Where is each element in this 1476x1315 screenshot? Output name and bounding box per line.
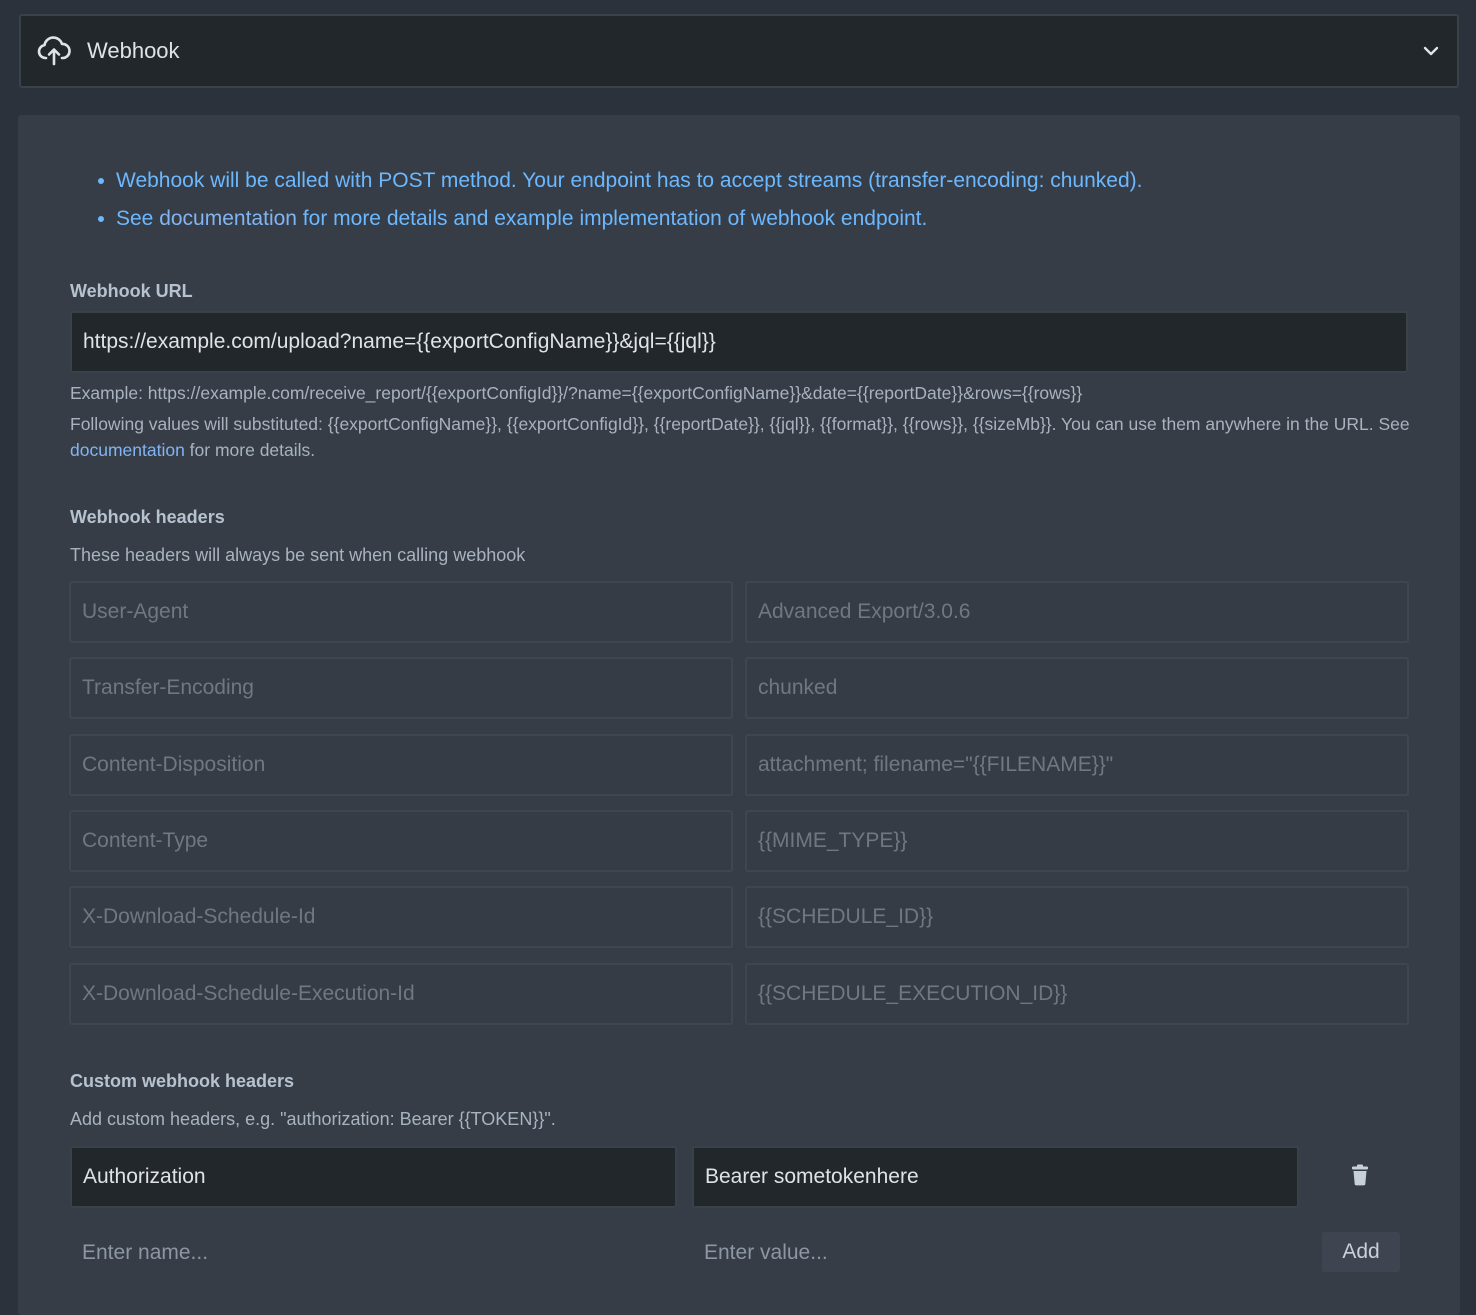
webhook-section-header[interactable]: Webhook	[19, 14, 1459, 88]
webhook-url-help: Following values will substituted: {{exp…	[70, 414, 1410, 460]
header-value-field: {{SCHEDULE_EXECUTION_ID}}	[745, 963, 1409, 1025]
header-value-field: {{SCHEDULE_ID}}	[745, 886, 1409, 948]
webhook-url-label: Webhook URL	[70, 281, 193, 301]
add-header-button[interactable]: Add	[1322, 1232, 1400, 1272]
header-name-field: X-Download-Schedule-Id	[69, 886, 733, 948]
new-header-value-input[interactable]	[692, 1230, 1292, 1276]
chevron-down-icon[interactable]	[1421, 41, 1441, 61]
header-name-field: X-Download-Schedule-Execution-Id	[69, 963, 733, 1025]
header-value-field: Advanced Export/3.0.6	[745, 581, 1409, 643]
custom-header-value-input[interactable]: Bearer sometokenhere	[692, 1146, 1299, 1208]
trash-icon[interactable]	[1350, 1164, 1372, 1188]
custom-headers-label: Custom webhook headers	[70, 1071, 295, 1091]
webhook-headers-description: These headers will always be sent when c…	[70, 545, 526, 565]
header-name-field: Transfer-Encoding	[69, 657, 733, 719]
webhook-url-input[interactable]: https://example.com/upload?name={{export…	[70, 311, 1408, 373]
webhook-headers-label: Webhook headers	[70, 507, 225, 527]
header-value-field: attachment; filename="{{FILENAME}}"	[745, 734, 1409, 796]
header-value-field: {{MIME_TYPE}}	[745, 810, 1409, 872]
section-title: Webhook	[87, 38, 180, 63]
info-notes: Webhook will be called with POST method.…	[92, 164, 1142, 240]
header-name-field: Content-Type	[69, 810, 733, 872]
webhook-url-example: Example: https://example.com/receive_rep…	[70, 383, 1083, 403]
documentation-link[interactable]: documentation	[159, 207, 297, 230]
custom-header-name-input[interactable]: Authorization	[70, 1146, 677, 1208]
note-documentation: See documentation for more details and e…	[92, 202, 1142, 240]
header-name-field: Content-Disposition	[69, 734, 733, 796]
documentation-link-url[interactable]: documentation	[70, 440, 185, 460]
note-post-method: Webhook will be called with POST method.…	[92, 164, 1142, 202]
header-value-field: chunked	[745, 657, 1409, 719]
new-header-name-input[interactable]	[70, 1230, 670, 1276]
header-name-field: User-Agent	[69, 581, 733, 643]
cloud-upload-icon	[37, 33, 73, 69]
custom-headers-description: Add custom headers, e.g. "authorization:…	[70, 1109, 556, 1129]
